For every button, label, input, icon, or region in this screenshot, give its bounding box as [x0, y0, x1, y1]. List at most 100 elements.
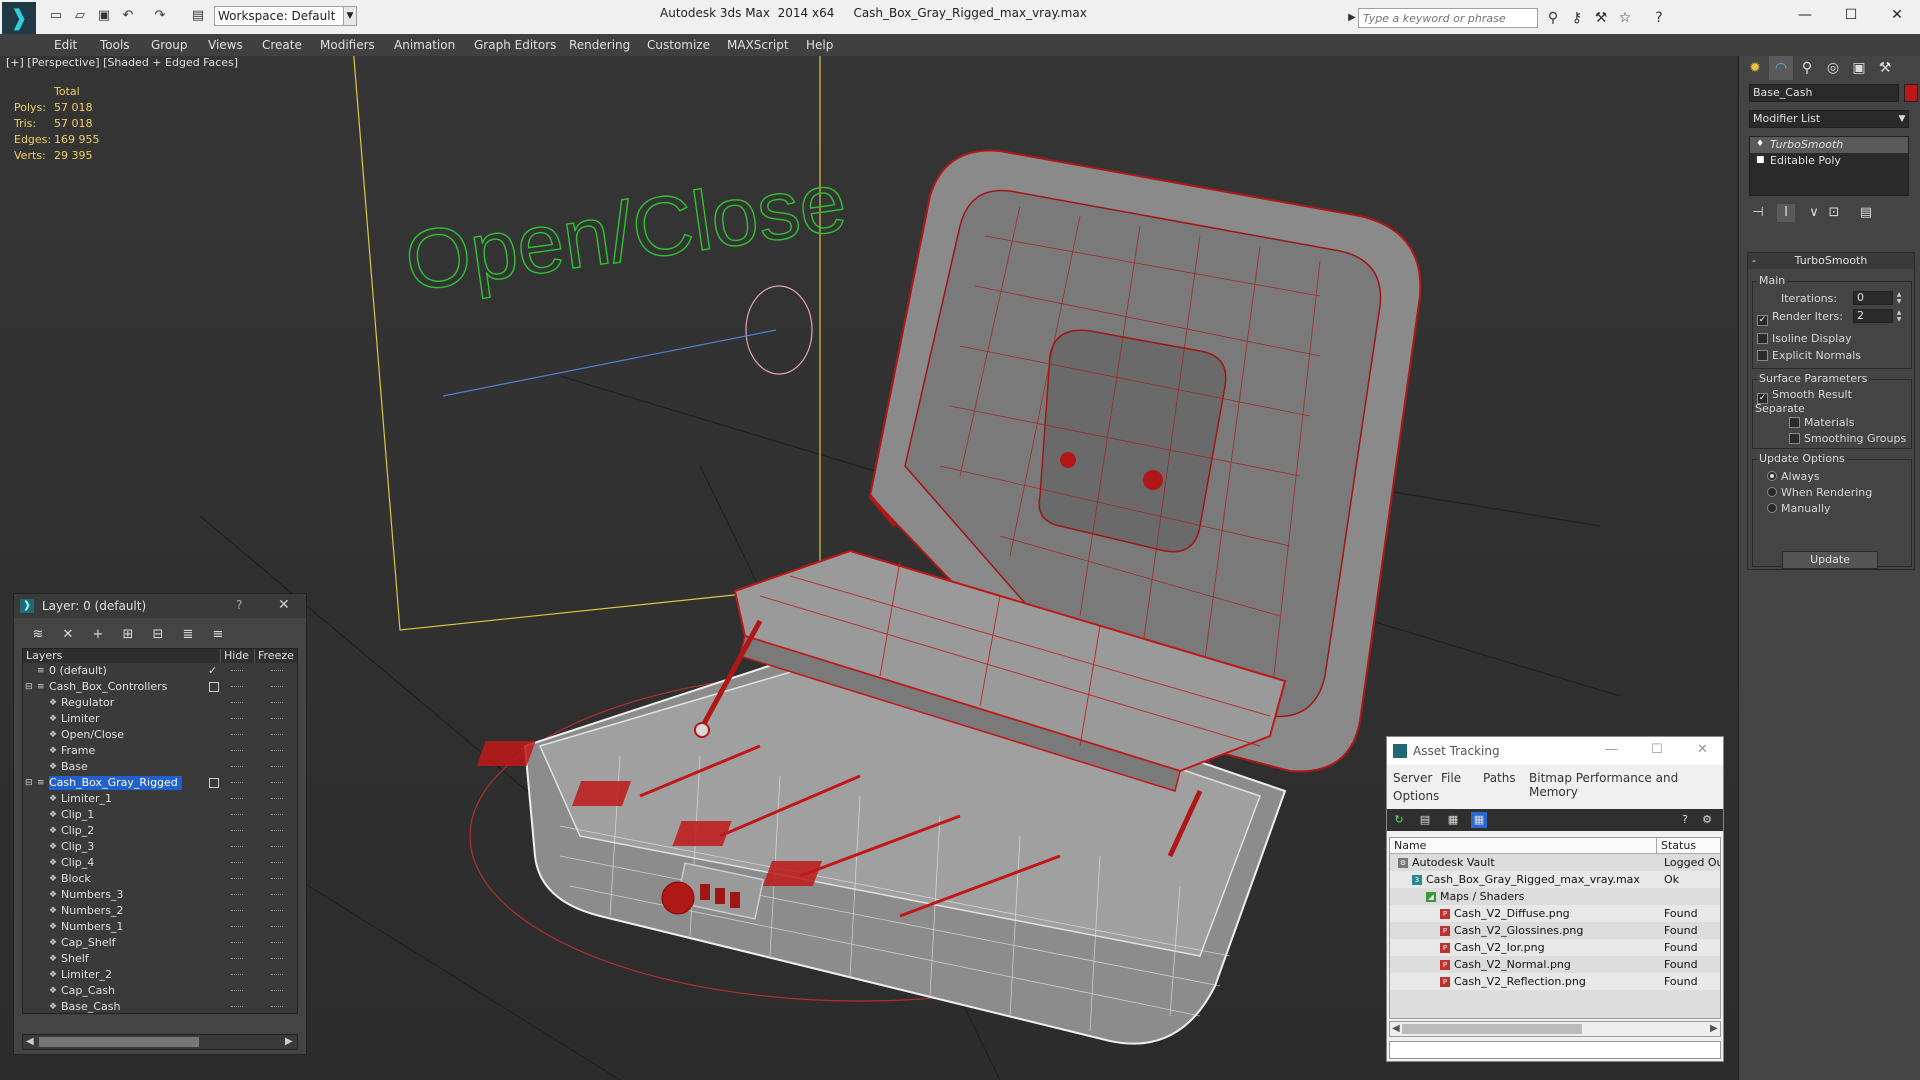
asset-row[interactable]: P Cash_V2_Ior.png Found [1390, 939, 1720, 956]
col-hide[interactable]: Hide [220, 649, 254, 663]
layer-row[interactable]: ❖ Block [23, 871, 297, 887]
remove-modifier-icon[interactable]: ⊡ [1825, 204, 1843, 222]
layer-row[interactable]: ⊟ ≡ Cash_Box_Controllers [23, 679, 297, 695]
layer-row[interactable]: ❖ Clip_2 [23, 823, 297, 839]
hide-toggle[interactable] [231, 862, 243, 864]
menu-tools[interactable]: Tools [100, 34, 130, 56]
hide-toggle[interactable] [231, 926, 243, 928]
explicit-normals-row[interactable]: Explicit Normals [1757, 349, 1861, 362]
freeze-toggle[interactable] [271, 878, 283, 880]
hide-toggle[interactable] [231, 1006, 243, 1008]
layer-row[interactable]: ❖ Open/Close [23, 727, 297, 743]
menu-create[interactable]: Create [262, 34, 302, 56]
help-icon[interactable]: ? [1677, 812, 1693, 828]
new-file-icon[interactable]: ▭ [48, 8, 64, 24]
freeze-toggle[interactable] [271, 910, 283, 912]
redo-icon[interactable]: ↷ [152, 8, 168, 24]
hierarchy-tab-icon[interactable]: ⚲ [1795, 56, 1819, 80]
iterations-spinner[interactable]: 0 [1853, 291, 1893, 305]
menu-animation[interactable]: Animation [394, 34, 455, 56]
modifier-stack[interactable]: ♦ TurboSmooth ■ Editable Poly [1749, 136, 1909, 196]
horizontal-scrollbar[interactable]: ◀ ▶ [22, 1034, 298, 1050]
layer-row[interactable]: ❖ Clip_4 [23, 855, 297, 871]
layer-row[interactable]: ❖ Clip_3 [23, 839, 297, 855]
col-freeze[interactable]: Freeze [254, 649, 297, 663]
asset-menu-paths[interactable]: Paths [1483, 771, 1516, 785]
chevron-down-icon[interactable]: ▼ [1896, 111, 1908, 127]
checkbox-icon[interactable] [1789, 433, 1800, 444]
hide-toggle[interactable] [231, 990, 243, 992]
table-view-icon[interactable]: ▦ [1471, 812, 1487, 828]
freeze-toggle[interactable] [271, 862, 283, 864]
checkbox-icon[interactable] [1757, 350, 1768, 361]
update-button[interactable]: Update [1782, 551, 1878, 569]
layer-row[interactable]: ❖ Cap_Shelf [23, 935, 297, 951]
make-unique-icon[interactable]: ∨ [1805, 204, 1823, 222]
hide-toggle[interactable] [231, 670, 243, 672]
search-input[interactable] [1359, 9, 1537, 27]
menu-group[interactable]: Group [151, 34, 188, 56]
layer-row[interactable]: ❖ Regulator [23, 695, 297, 711]
lightbulb-icon[interactable]: ♦ [1756, 139, 1764, 149]
hide-toggle[interactable] [231, 702, 243, 704]
set-active-box-icon[interactable] [209, 682, 219, 692]
help-icon[interactable]: ? [1650, 9, 1668, 27]
hide-toggle[interactable] [231, 910, 243, 912]
collapse-icon[interactable]: ⊟ [25, 775, 33, 791]
app-logo-icon[interactable]: ❱ [2, 2, 36, 36]
communication-icon[interactable]: ⚒ [1592, 9, 1610, 27]
freeze-toggle[interactable] [271, 670, 283, 672]
checkbox-icon[interactable] [1789, 417, 1800, 428]
smoothing-groups-row[interactable]: Smoothing Groups [1789, 432, 1906, 445]
thumbnail-view-icon[interactable]: ▦ [1445, 812, 1461, 828]
show-end-result-icon[interactable]: I [1777, 204, 1795, 222]
hide-toggle[interactable] [231, 782, 243, 784]
set-active-box-icon[interactable] [209, 778, 219, 788]
pin-stack-icon[interactable]: ⊣ [1749, 204, 1767, 222]
modifier-list-dropdown[interactable]: Modifier List [1749, 110, 1909, 128]
asset-tracking-titlebar[interactable]: Asset Tracking — ☐ ✕ [1387, 737, 1723, 765]
expand-icon[interactable]: ■ [1756, 155, 1765, 165]
frame-helper[interactable] [353, 56, 821, 631]
utilities-tab-icon[interactable]: ⚒ [1873, 56, 1897, 80]
layer-row[interactable]: ❖ Limiter_1 [23, 791, 297, 807]
key-icon[interactable]: ⚷ [1568, 9, 1586, 27]
asset-row[interactable]: P Cash_V2_Glossines.png Found [1390, 922, 1720, 939]
close-icon[interactable]: ✕ [278, 597, 290, 613]
hide-all-icon[interactable]: ≡ [208, 626, 228, 644]
collapse-icon[interactable]: ⊟ [25, 679, 33, 695]
motion-tab-icon[interactable]: ◎ [1821, 56, 1845, 80]
rollout-title[interactable]: - TurboSmooth [1748, 253, 1914, 269]
scroll-thumb[interactable] [39, 1037, 199, 1047]
undo-icon[interactable]: ↶ [120, 8, 136, 24]
radio-icon[interactable] [1767, 503, 1777, 513]
minimize-icon[interactable]: — [1605, 742, 1618, 757]
asset-menu-file[interactable]: File [1441, 771, 1461, 785]
layer-row[interactable]: ❖ Shelf [23, 951, 297, 967]
scroll-left-icon[interactable]: ◀ [1392, 1022, 1400, 1036]
menu-views[interactable]: Views [208, 34, 243, 56]
asset-row[interactable]: ⚙ Autodesk Vault Logged Out [1390, 854, 1720, 871]
hide-toggle[interactable] [231, 974, 243, 976]
add-selection-icon[interactable]: ⊞ [118, 626, 138, 644]
refresh-icon[interactable]: ↻ [1391, 812, 1407, 828]
perspective-viewport[interactable]: Open/Close [+] [Perspective] [Shaded + E… [0, 56, 1737, 1080]
binoculars-icon[interactable]: ⚲ [1544, 9, 1562, 27]
freeze-toggle[interactable] [271, 686, 283, 688]
menu-maxscript[interactable]: MAXScript [727, 34, 789, 56]
scroll-right-icon[interactable]: ▶ [285, 1035, 293, 1049]
menu-modifiers[interactable]: Modifiers [320, 34, 375, 56]
project-folder-icon[interactable]: ▤ [190, 8, 206, 24]
hide-toggle[interactable] [231, 718, 243, 720]
maximize-icon[interactable]: ☐ [1651, 742, 1663, 757]
col-name[interactable]: Name [1390, 838, 1426, 854]
menu-edit[interactable]: Edit [54, 34, 77, 56]
list-view-icon[interactable]: ▤ [1417, 812, 1433, 828]
hide-toggle[interactable] [231, 798, 243, 800]
highlight-layer-icon[interactable]: ≣ [178, 626, 198, 644]
freeze-toggle[interactable] [271, 766, 283, 768]
settings-icon[interactable]: ⚙ [1699, 812, 1715, 828]
asset-row[interactable]: P Cash_V2_Reflection.png Found [1390, 973, 1720, 990]
hide-toggle[interactable] [231, 750, 243, 752]
freeze-toggle[interactable] [271, 718, 283, 720]
